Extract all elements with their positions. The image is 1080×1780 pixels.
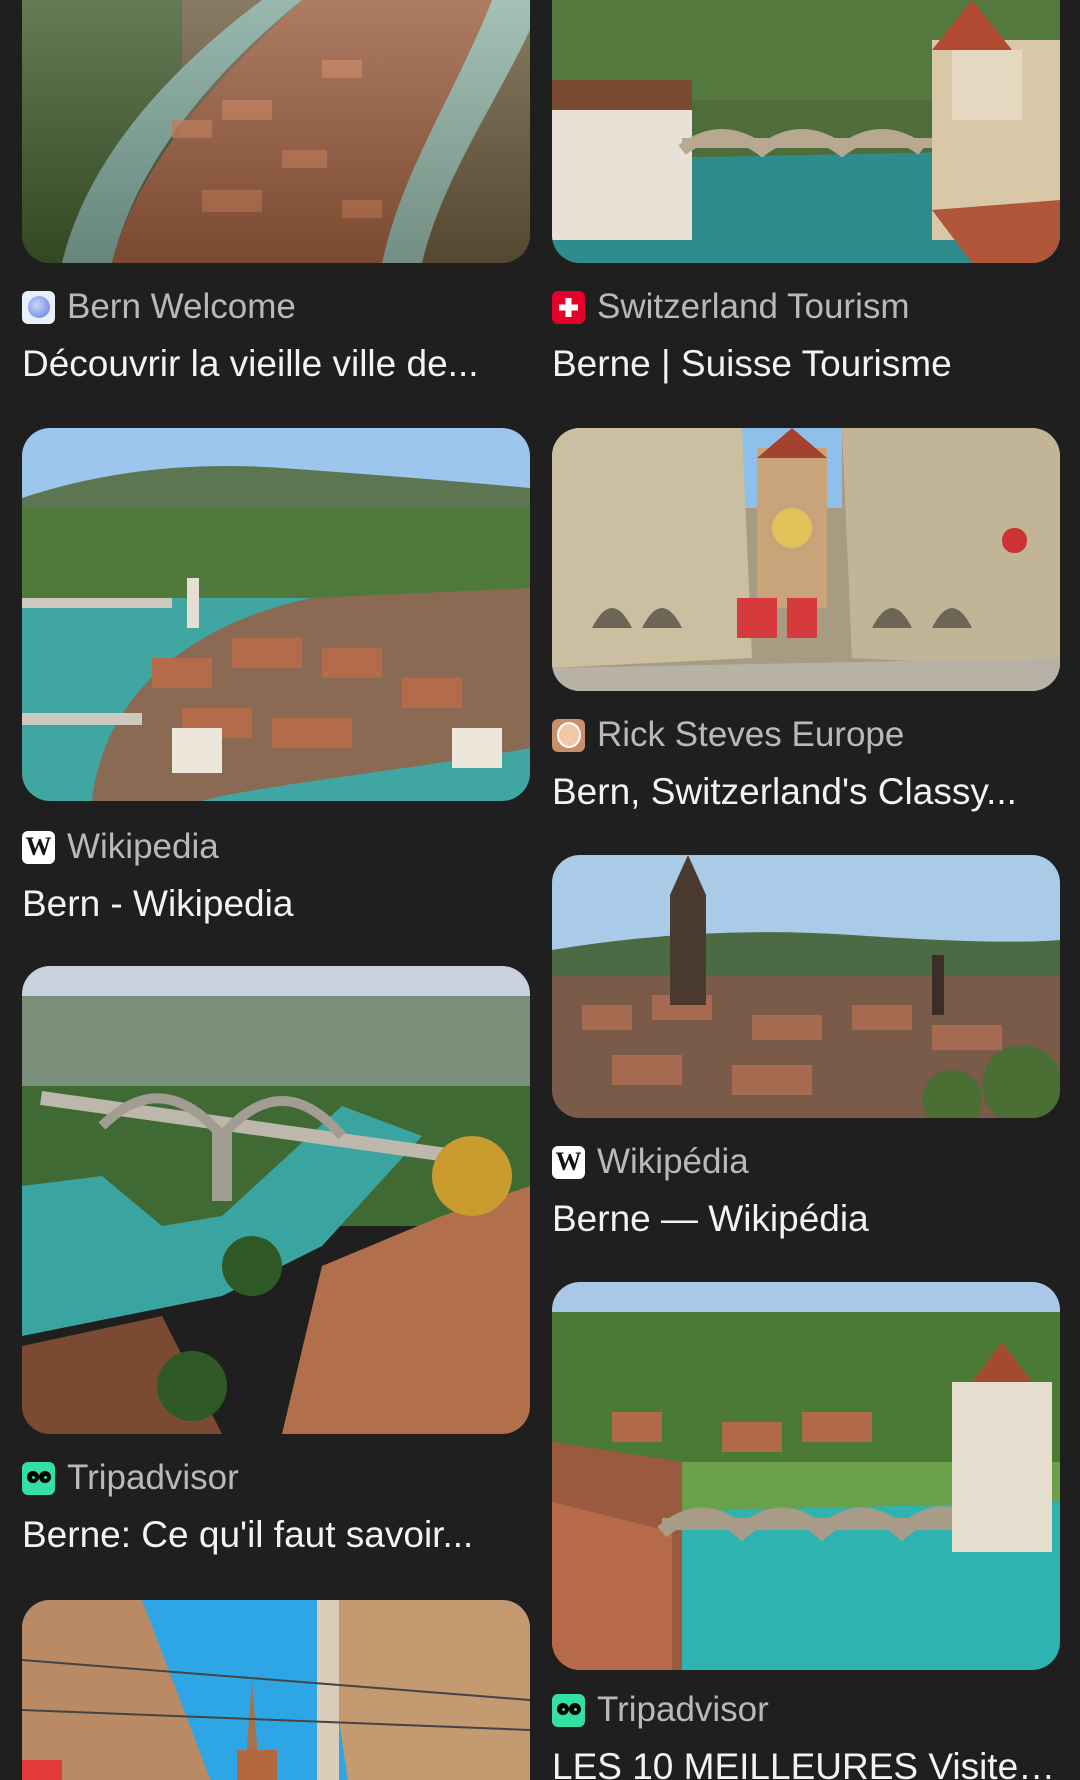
result-title[interactable]: Berne | Suisse Tourisme	[552, 343, 1060, 385]
result-title[interactable]: Berne: Ce qu'il faut savoir...	[22, 1514, 530, 1556]
result-source-name: Rick Steves Europe	[597, 715, 905, 754]
result-source: Bern Welcome	[22, 287, 530, 327]
result-meta[interactable]: Tripadvisor LES 10 MEILLEURES Visites...	[552, 1690, 1060, 1780]
result-title[interactable]: Berne — Wikipédia	[552, 1198, 1060, 1240]
result-image[interactable]	[552, 0, 1060, 263]
result-source-name: Switzerland Tourism	[597, 287, 910, 326]
result-meta[interactable]: W Wikipedia Bern - Wikipedia	[22, 827, 530, 925]
globe-icon	[22, 290, 55, 324]
tripadvisor-icon	[552, 1693, 585, 1727]
result-card[interactable]: W Wikipédia Berne — Wikipédia	[552, 855, 1060, 1239]
result-source: W Wikipedia	[22, 827, 530, 867]
result-image[interactable]	[22, 1600, 530, 1780]
result-card[interactable]: Tripadvisor LES 10 MEILLEURES Visites...	[552, 1282, 1060, 1780]
result-card[interactable]: W Wikipedia Bern - Wikipedia	[22, 428, 530, 924]
result-source-name: Tripadvisor	[67, 1458, 239, 1497]
result-meta[interactable]: Rick Steves Europe Bern, Switzerland's C…	[552, 715, 1060, 813]
result-image[interactable]	[22, 966, 530, 1434]
rick-steves-icon	[552, 718, 585, 752]
result-image[interactable]	[22, 428, 530, 801]
result-card[interactable]: Rick Steves Europe Bern, Switzerland's C…	[552, 428, 1060, 812]
result-meta[interactable]: W Wikipédia Berne — Wikipédia	[552, 1142, 1060, 1240]
result-meta[interactable]: Bern Welcome Découvrir la vieille ville …	[22, 287, 530, 385]
result-card[interactable]: Tripadvisor Berne: Ce qu'il faut savoir.…	[22, 966, 530, 1555]
result-title[interactable]: LES 10 MEILLEURES Visites...	[552, 1746, 1060, 1780]
result-card[interactable]	[22, 1600, 530, 1780]
tripadvisor-icon	[22, 1461, 55, 1495]
result-title[interactable]: Bern - Wikipedia	[22, 883, 530, 925]
result-meta[interactable]: Switzerland Tourism Berne | Suisse Touri…	[552, 287, 1060, 385]
result-image[interactable]	[22, 0, 530, 263]
result-source: Tripadvisor	[552, 1690, 1060, 1730]
result-title[interactable]: Découvrir la vieille ville de...	[22, 343, 530, 385]
result-source-name: Tripadvisor	[597, 1690, 769, 1729]
result-source-name: Wikipédia	[597, 1142, 749, 1181]
result-source: Tripadvisor	[22, 1458, 530, 1498]
result-image[interactable]	[552, 1282, 1060, 1670]
result-meta[interactable]: Tripadvisor Berne: Ce qu'il faut savoir.…	[22, 1458, 530, 1556]
result-source-name: Bern Welcome	[67, 287, 296, 326]
result-image[interactable]	[552, 855, 1060, 1118]
result-source-name: Wikipedia	[67, 827, 219, 866]
wikipedia-icon: W	[22, 830, 55, 864]
result-source: Switzerland Tourism	[552, 287, 1060, 327]
result-card[interactable]: Bern Welcome Découvrir la vieille ville …	[22, 0, 530, 384]
image-results-grid: Bern Welcome Découvrir la vieille ville …	[0, 0, 1080, 1780]
result-title[interactable]: Bern, Switzerland's Classy...	[552, 771, 1060, 813]
wikipedia-icon: W	[552, 1145, 585, 1179]
result-source: Rick Steves Europe	[552, 715, 1060, 755]
result-card[interactable]: Switzerland Tourism Berne | Suisse Touri…	[552, 0, 1060, 384]
result-image[interactable]	[552, 428, 1060, 691]
swiss-flag-icon	[552, 290, 585, 324]
result-source: W Wikipédia	[552, 1142, 1060, 1182]
